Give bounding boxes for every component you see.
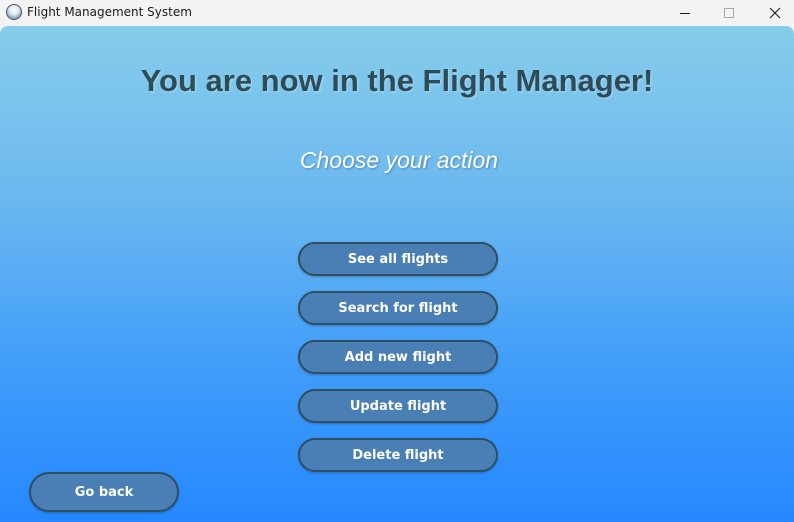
window-title: Flight Management System	[27, 5, 192, 19]
maximize-button[interactable]	[706, 0, 752, 26]
title-bar[interactable]: Flight Management System	[0, 0, 794, 26]
globe-icon	[6, 4, 22, 20]
app-window: Flight Management System You are now in …	[0, 0, 794, 522]
minimize-icon	[680, 13, 690, 14]
search-flight-button[interactable]: Search for flight	[298, 291, 498, 325]
go-back-button[interactable]: Go back	[29, 472, 179, 512]
close-icon	[769, 7, 781, 19]
update-flight-button[interactable]: Update flight	[298, 389, 498, 423]
page-subtitle: Choose your action	[299, 147, 499, 173]
add-flight-button[interactable]: Add new flight	[298, 340, 498, 374]
see-all-flights-button[interactable]: See all flights	[298, 242, 498, 276]
page-title: You are now in the Flight Manager!	[140, 63, 654, 98]
maximize-icon	[724, 8, 734, 18]
main-panel: You are now in the Flight Manager! Choos…	[0, 26, 794, 522]
delete-flight-button[interactable]: Delete flight	[298, 438, 498, 472]
close-button[interactable]	[752, 0, 794, 26]
minimize-button[interactable]	[662, 0, 708, 26]
